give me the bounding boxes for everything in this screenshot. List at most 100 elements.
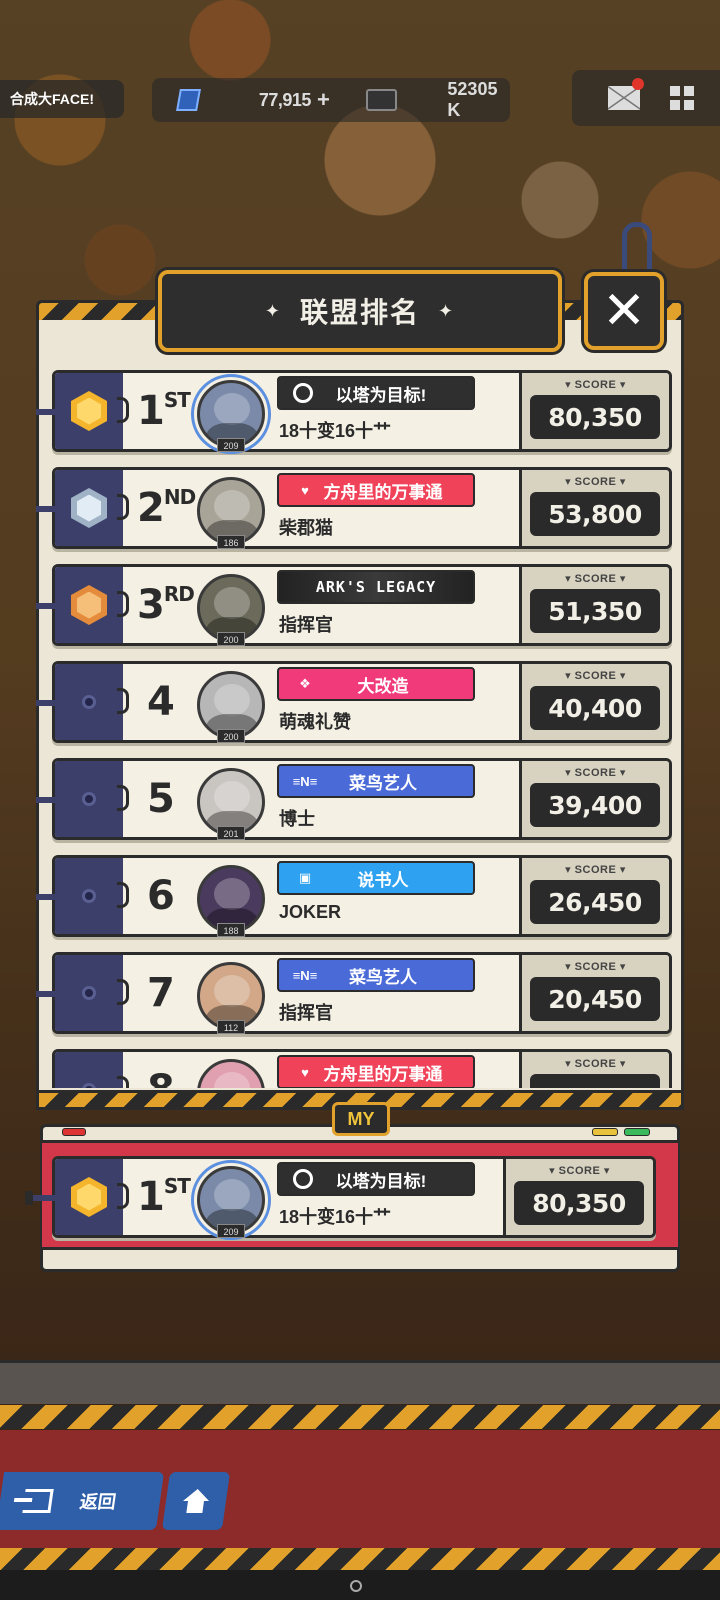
rank-dot-icon xyxy=(82,1083,96,1088)
exit-icon xyxy=(22,1489,54,1513)
rookie-icon: ≡N≡ xyxy=(292,967,318,983)
score-value: 80,350 xyxy=(514,1181,644,1225)
ranking-row[interactable]: 6 188 ▣ 说书人 JOKER ▾ SCORE ▾ 26,450 xyxy=(36,855,672,937)
rank-block xyxy=(55,470,123,546)
player-level: 200 xyxy=(217,729,245,743)
decorative-cable xyxy=(622,222,652,276)
rank-number: 7 xyxy=(147,967,175,1019)
silver-medal-icon xyxy=(71,488,107,528)
ranking-row[interactable]: 8 ♥ 方舟里的万事通 ▾ SCORE ▾ xyxy=(52,1049,672,1088)
back-label: 返回 xyxy=(78,1492,118,1512)
machine-base xyxy=(0,1360,720,1404)
score-value xyxy=(530,1074,660,1088)
ranking-row[interactable]: 3RD 200 ARK'S LEGACY 指挥官 ▾ SCORE ▾ 51,350 xyxy=(36,564,672,646)
player-avatar[interactable]: 201 xyxy=(193,764,269,840)
ranking-list[interactable]: 1ST 209 以塔为目标! 18十变16十艹 ▾ SCORE ▾ 80,350 2ND 18… xyxy=(36,366,684,1088)
ranking-row[interactable]: 4 200 ❖ 大改造 萌魂礼赞 ▾ SCORE ▾ 40,400 xyxy=(36,661,672,743)
home-button[interactable] xyxy=(161,1472,231,1530)
player-level: 209 xyxy=(217,438,245,452)
rank-dot-icon xyxy=(82,986,96,1000)
rank-suffix: ND xyxy=(163,485,196,509)
gear-icon: ❖ xyxy=(299,676,311,691)
title-badge: ❖ 大改造 xyxy=(277,667,475,701)
rank-number: 3RD xyxy=(137,579,195,631)
player-level: 188 xyxy=(217,923,245,937)
avatar xyxy=(197,1059,265,1088)
score-label: ▾ SCORE ▾ xyxy=(565,670,626,682)
coin-count: 52305 K xyxy=(447,79,498,120)
score-value-text: 26,450 xyxy=(548,887,642,917)
row-connector xyxy=(36,597,55,615)
player-avatar[interactable]: 209 xyxy=(191,374,271,454)
rank-block xyxy=(55,1159,123,1235)
row-connector xyxy=(36,1082,55,1088)
title-badge: 以塔为目标! xyxy=(277,1162,475,1196)
rank-number: 4 xyxy=(147,676,175,728)
rank-block xyxy=(55,373,123,449)
menu-grid-icon[interactable] xyxy=(670,86,694,110)
bronze-medal-icon xyxy=(71,585,107,625)
player-name: 指挥官 xyxy=(279,615,333,635)
title-badge-text: ARK'S LEGACY xyxy=(315,578,437,596)
player-name: 萌魂礼赞 xyxy=(279,712,351,732)
score-box: ▾ SCORE ▾ 53,800 xyxy=(519,470,669,546)
score-box: ▾ SCORE ▾ xyxy=(519,1052,669,1088)
title-badge-text: 以塔为目标! xyxy=(335,385,427,405)
indicator-light xyxy=(62,1128,86,1136)
player-name: 18十变16十艹 xyxy=(279,1207,392,1227)
back-button[interactable]: 返回 xyxy=(0,1472,165,1530)
decorative-clip xyxy=(117,494,129,520)
add-gems-button[interactable]: + xyxy=(317,87,330,113)
hazard-stripe xyxy=(0,1548,720,1570)
player-avatar[interactable]: 209 xyxy=(191,1160,271,1240)
gem-count: 77,915 xyxy=(258,89,312,110)
player-name: JOKER xyxy=(279,902,342,922)
rank-block xyxy=(55,858,123,934)
event-tag-label: 合成大FACE! xyxy=(10,91,94,107)
score-value: 26,450 xyxy=(530,880,660,924)
rookie-icon: ≡N≡ xyxy=(292,773,318,789)
decorative-clip xyxy=(117,1076,129,1088)
row-connector xyxy=(36,500,55,518)
rank-number: 6 xyxy=(147,870,175,922)
title-badge: ≡N≡ 菜鸟艺人 xyxy=(277,764,475,798)
decorative-clip xyxy=(117,397,129,423)
score-box: ▾ SCORE ▾ 80,350 xyxy=(503,1159,653,1235)
player-avatar[interactable]: 188 xyxy=(193,861,269,937)
player-avatar[interactable] xyxy=(193,1055,269,1088)
title-badge-text: 方舟里的万事通 xyxy=(323,1064,443,1084)
event-tag[interactable]: 合成大FACE! xyxy=(0,80,124,118)
decorative-clip xyxy=(117,688,129,714)
ranking-row[interactable]: 7 112 ≡N≡ 菜鸟艺人 指挥官 ▾ SCORE ▾ 20,450 xyxy=(36,952,672,1034)
row-connector xyxy=(36,985,55,1003)
player-level: 112 xyxy=(217,1020,245,1034)
score-label: ▾ SCORE ▾ xyxy=(565,476,626,488)
score-box: ▾ SCORE ▾ 80,350 xyxy=(519,373,669,449)
player-avatar[interactable]: 112 xyxy=(193,958,269,1034)
heart-icon: ♥ xyxy=(301,1064,309,1080)
rank-value: 8 xyxy=(147,1067,175,1088)
sparkle-icon: ✦ xyxy=(264,300,282,321)
ranking-row[interactable]: 5 201 ≡N≡ 菜鸟艺人 博士 ▾ SCORE ▾ 39,400 xyxy=(36,758,672,840)
player-avatar[interactable]: 186 xyxy=(193,473,269,549)
score-label: ▾ SCORE ▾ xyxy=(565,379,626,391)
title-badge-text: 以塔为目标! xyxy=(335,1171,427,1191)
mail-notification-dot xyxy=(632,78,644,90)
player-name: 18十变16十艹 xyxy=(279,421,392,441)
player-avatar[interactable]: 200 xyxy=(193,667,269,743)
my-ranking-row[interactable]: 1ST 209 以塔为目标! 18十变16十艹 ▾ SCORE ▾ 80,350 xyxy=(25,1156,656,1240)
player-level: 209 xyxy=(217,1224,245,1238)
rank-dot-icon xyxy=(82,695,96,709)
close-button[interactable]: ✕ xyxy=(584,272,664,350)
ranking-row[interactable]: 1ST 209 以塔为目标! 18十变16十艹 ▾ SCORE ▾ 80,350 xyxy=(36,370,672,454)
score-value-text: 20,450 xyxy=(548,984,642,1014)
title-badge: ARK'S LEGACY xyxy=(277,570,475,604)
ranking-row[interactable]: 2ND 186 ♥ 方舟里的万事通 柴郡猫 ▾ SCORE ▾ 53,800 xyxy=(36,467,672,549)
player-avatar[interactable]: 200 xyxy=(193,570,269,646)
title-badge: 以塔为目标! xyxy=(277,376,475,410)
sparkle-icon: ✦ xyxy=(438,300,456,321)
score-box: ▾ SCORE ▾ 39,400 xyxy=(519,761,669,837)
rank-value: 2 xyxy=(137,485,165,531)
home-indicator[interactable] xyxy=(350,1580,362,1592)
rank-number: 5 xyxy=(147,773,175,825)
